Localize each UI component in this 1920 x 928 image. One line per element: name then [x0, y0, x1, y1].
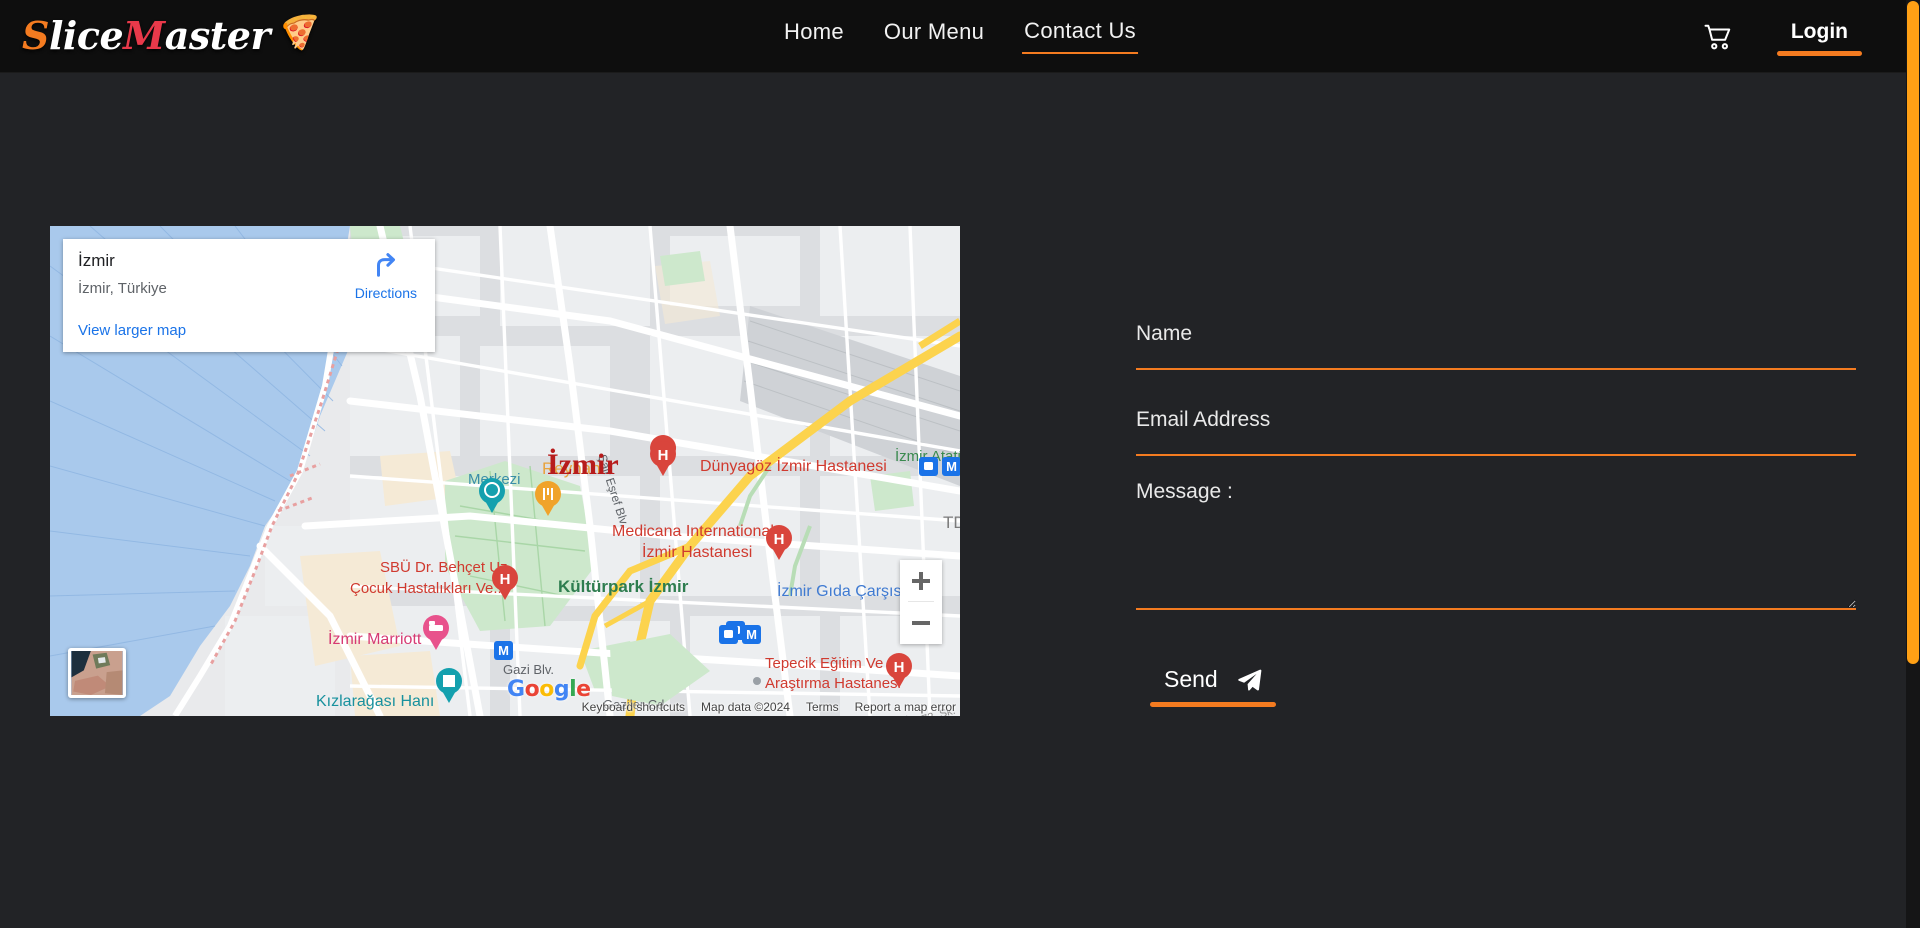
email-field-wrapper: [1136, 394, 1856, 456]
contact-form: Send: [1136, 308, 1856, 707]
logo-letter-s: S: [22, 13, 49, 58]
map-zoom-in-button[interactable]: [900, 560, 942, 602]
view-larger-map-link[interactable]: View larger map: [78, 322, 186, 339]
nav-item-our-menu[interactable]: Our Menu: [882, 17, 986, 53]
email-input[interactable]: [1136, 394, 1856, 456]
name-field-wrapper: [1136, 308, 1856, 370]
directions-arrow-icon: [376, 253, 395, 277]
minus-icon: [912, 614, 930, 632]
google-map[interactable]: Merkezi Reyhan İzmir Atatü Dünyagöz İzmi…: [50, 226, 960, 716]
terms-link[interactable]: Terms: [806, 700, 839, 714]
map-info-card: İzmir İzmir, Türkiye View larger map Dir…: [63, 239, 435, 352]
main-content: Merkezi Reyhan İzmir Atatü Dünyagöz İzmi…: [0, 73, 1920, 928]
map-zoom-controls: [900, 560, 942, 644]
pizza-slice-icon: 🍕: [269, 5, 320, 55]
map-zoom-out-button[interactable]: [900, 602, 942, 644]
plus-icon: [912, 572, 930, 590]
name-input[interactable]: [1136, 308, 1856, 370]
map-data-text: Map data ©2024: [701, 700, 790, 714]
satellite-view-toggle[interactable]: [68, 648, 126, 698]
message-field-wrapper: [1136, 480, 1856, 610]
send-button-label: Send: [1164, 666, 1218, 692]
page-scrollbar-track[interactable]: [1906, 0, 1920, 928]
main-navigation: Home Our Menu Contact Us: [782, 16, 1138, 54]
google-logo: Google: [507, 677, 591, 702]
report-map-error-link[interactable]: Report a map error: [855, 700, 956, 714]
site-header: SliceMaster🍕 Home Our Menu Contact Us Lo…: [0, 0, 1920, 73]
login-button[interactable]: Login: [1776, 18, 1863, 56]
satellite-thumbnail-icon: [71, 651, 123, 695]
logo-letters-aster: aster: [164, 13, 271, 58]
map-attribution: Keyboard shortcuts Map data ©2024 Terms …: [582, 700, 956, 714]
message-textarea[interactable]: [1136, 480, 1856, 610]
paper-plane-icon: [1237, 669, 1262, 691]
logo-text: SliceMaster🍕: [22, 6, 320, 55]
keyboard-shortcuts-link[interactable]: Keyboard shortcuts: [582, 700, 685, 714]
header-actions: Login: [1703, 8, 1863, 66]
map-card-title: İzmir: [78, 251, 115, 270]
nav-item-contact-us[interactable]: Contact Us: [1022, 16, 1138, 54]
directions-button[interactable]: Directions: [355, 249, 417, 301]
page-scrollbar-thumb[interactable]: [1907, 1, 1919, 664]
site-logo[interactable]: SliceMaster🍕: [22, 4, 320, 68]
shopping-cart-icon[interactable]: [1703, 22, 1733, 52]
map-card-subtitle: İzmir, Türkiye: [78, 280, 167, 297]
directions-label: Directions: [354, 285, 417, 301]
logo-letters-lice: lice: [48, 13, 124, 58]
logo-letter-m: M: [123, 13, 165, 58]
send-button[interactable]: Send: [1150, 662, 1276, 707]
nav-item-home[interactable]: Home: [782, 17, 846, 53]
